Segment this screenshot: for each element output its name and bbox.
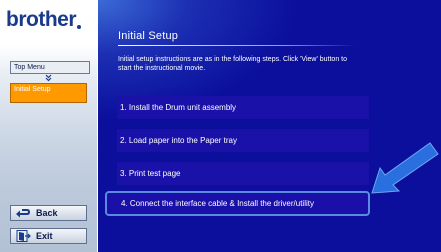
back-button-label: Back [36, 208, 58, 218]
step-4-button[interactable]: 4. Connect the interface cable & Install… [105, 191, 370, 216]
intro-text: Initial setup instructions are as in the… [118, 56, 347, 72]
step-1-button[interactable]: 1. Install the Drum unit assembly [117, 96, 369, 119]
pointer-arrow-icon [371, 142, 439, 194]
exit-button[interactable]: Exit [10, 228, 87, 244]
title-divider [118, 45, 356, 46]
nav-initial-setup[interactable]: Initial Setup [10, 83, 87, 103]
brand-logo: brother [6, 8, 81, 32]
step-3-button[interactable]: 3. Print test page [117, 162, 369, 185]
sidebar: brother Top Menu Initial Setup Back Exit [0, 0, 97, 252]
back-arrow-icon [16, 209, 31, 218]
exit-door-icon [16, 230, 31, 242]
step-2-button[interactable]: 2. Load paper into the Paper tray [117, 129, 369, 152]
exit-button-label: Exit [36, 231, 53, 241]
page-header: Initial Setup [118, 30, 358, 46]
page-title: Initial Setup [118, 30, 179, 42]
app-window: brother Top Menu Initial Setup Back Exit… [0, 0, 441, 252]
nav-top-menu[interactable]: Top Menu [10, 61, 90, 74]
nav-down-arrow-icon [45, 74, 52, 82]
main-panel: Initial Setup Initial setup instructions… [98, 0, 441, 252]
back-button[interactable]: Back [10, 205, 87, 221]
